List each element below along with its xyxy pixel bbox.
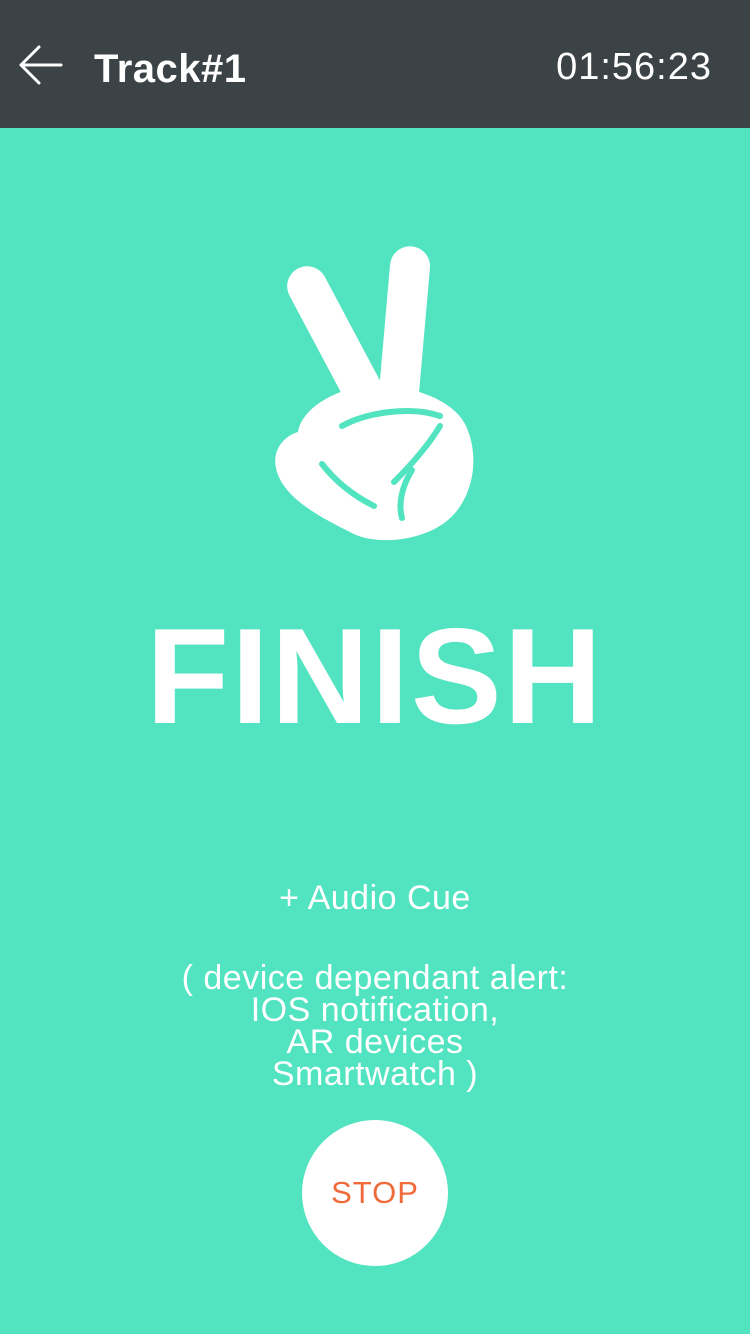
elapsed-timer: 01:56:23: [556, 46, 712, 88]
alert-line: ( device dependant alert:: [181, 959, 569, 997]
finish-heading: FINISH: [146, 600, 604, 752]
top-bar: Track#1 01:56:23: [0, 0, 750, 128]
alert-description: ( device dependant alert: IOS notificati…: [0, 959, 750, 1093]
main-content: FINISH + Audio Cue ( device dependant al…: [0, 128, 750, 1334]
peace-hand-icon: [275, 246, 474, 541]
arrow-left-icon: [19, 45, 63, 85]
stop-button[interactable]: STOP: [302, 1120, 448, 1266]
alert-line: Smartwatch ): [271, 1055, 479, 1093]
back-button[interactable]: [14, 40, 66, 90]
alert-line: AR devices: [286, 1023, 464, 1061]
stop-button-label: STOP: [331, 1175, 419, 1210]
audio-cue-label: + Audio Cue: [279, 879, 471, 917]
page-title: Track#1: [94, 47, 247, 91]
alert-line: IOS notification,: [250, 991, 500, 1029]
